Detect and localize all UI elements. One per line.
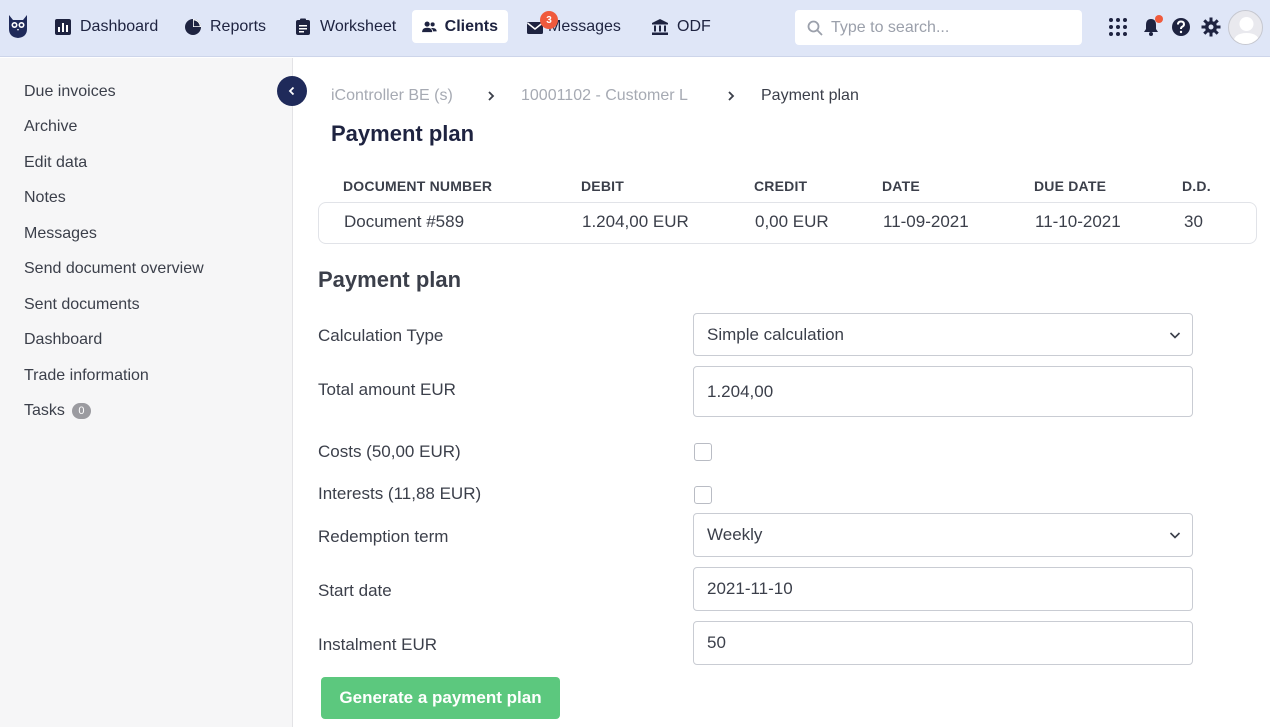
nav-label: Messages (548, 17, 621, 35)
instalment-input[interactable]: 50 (693, 621, 1193, 665)
users-icon (422, 21, 437, 32)
sidebar-item-edit-data[interactable]: Edit data (24, 154, 87, 172)
apps-grid-icon[interactable] (1108, 17, 1128, 37)
collapse-sidebar-button[interactable] (277, 76, 307, 106)
nav-worksheet[interactable]: Worksheet (284, 10, 406, 43)
user-avatar[interactable] (1228, 10, 1263, 45)
costs-checkbox[interactable] (694, 443, 712, 461)
instalment-value: 50 (707, 633, 726, 652)
form-section-title: Payment plan (318, 267, 462, 292)
nav-dashboard[interactable]: Dashboard (44, 10, 168, 43)
pie-chart-icon (185, 18, 201, 35)
sidebar-item-label: Trade information (24, 367, 149, 384)
sidebar-item-label: Edit data (24, 154, 88, 171)
nav-clients[interactable]: Clients (412, 10, 508, 43)
clipboard-icon (296, 18, 310, 35)
calculation-type-select[interactable]: Simple calculation (693, 313, 1193, 356)
sidebar-item-send-document-overview[interactable]: Send document overview (24, 260, 204, 278)
total-amount-value: 1.204,00 (707, 381, 774, 401)
sidebar-item-archive[interactable]: Archive (24, 118, 77, 136)
costs-label: Costs (50,00 EUR) (318, 442, 461, 461)
chevron-left-icon (288, 86, 295, 96)
search-icon (807, 20, 823, 36)
sidebar-item-dashboard[interactable]: Dashboard (24, 331, 102, 349)
redemption-term-value: Weekly (707, 525, 763, 544)
breadcrumb-customer[interactable]: 10001102 - Customer L (521, 87, 688, 105)
column-header-dd: D.D. (1182, 178, 1211, 194)
nav-label: Reports (210, 17, 267, 35)
cell-credit: 0,00 EUR (755, 212, 829, 231)
tasks-count-badge: 0 (71, 403, 91, 419)
top-navigation-bar: Dashboard Reports Worksheet Clients 3 Me… (0, 0, 1270, 57)
nav-label: Dashboard (80, 17, 159, 35)
sidebar-item-sent-documents[interactable]: Sent documents (24, 296, 140, 314)
nav-reports[interactable]: Reports (174, 10, 276, 43)
sidebar-item-trade-information[interactable]: Trade information (24, 367, 149, 385)
interests-checkbox[interactable] (694, 486, 712, 504)
sidebar-item-label: Notes (24, 189, 66, 206)
total-amount-input[interactable]: 1.204,00 (693, 366, 1193, 417)
bank-icon (652, 18, 668, 35)
sidebar-item-label: Tasks (24, 402, 65, 419)
search-box[interactable] (795, 10, 1082, 45)
sidebar-item-label: Sent documents (24, 296, 140, 313)
owl-logo-icon[interactable] (7, 13, 29, 39)
sidebar-item-label: Dashboard (24, 331, 103, 348)
chevron-right-icon (728, 91, 735, 101)
cell-document-number: Document #589 (344, 212, 465, 231)
nav-label: ODF (677, 17, 711, 35)
nav-label: Clients (444, 17, 498, 35)
cell-date: 11-09-2021 (883, 212, 969, 231)
user-silhouette-icon (1233, 17, 1260, 44)
redemption-term-select[interactable]: Weekly (693, 513, 1193, 557)
interests-label: Interests (11,88 EUR) (318, 484, 482, 503)
column-header-due-date: DUE DATE (1034, 178, 1107, 194)
chevron-right-icon (488, 91, 495, 101)
page-title: Payment plan (331, 121, 475, 146)
nav-odf[interactable]: ODF (641, 10, 721, 43)
column-header-debit: DEBIT (581, 178, 624, 194)
calculation-type-value: Simple calculation (707, 324, 845, 344)
sidebar-item-notes[interactable]: Notes (24, 189, 66, 207)
generate-payment-plan-button[interactable]: Generate a payment plan (321, 677, 560, 719)
chevron-down-icon (1169, 532, 1181, 539)
search-input[interactable] (831, 18, 1071, 37)
breadcrumb-current: Payment plan (761, 87, 859, 104)
start-date-input[interactable]: 2021-11-10 (693, 567, 1193, 611)
notification-dot (1155, 15, 1163, 23)
column-header-document-number: DOCUMENT NUMBER (343, 178, 493, 194)
instalment-label: Instalment EUR (318, 635, 438, 654)
chevron-down-icon (1169, 331, 1181, 339)
cell-dd: 30 (1184, 212, 1203, 231)
redemption-term-label: Redemption term (318, 527, 449, 546)
breadcrumb-company[interactable]: iController BE (s) (331, 87, 453, 105)
bar-chart-icon (55, 18, 71, 35)
sidebar-item-label: Messages (24, 225, 97, 242)
column-header-date: DATE (882, 178, 920, 194)
nav-messages[interactable]: 3 Messages (516, 10, 631, 43)
sidebar-item-label: Archive (24, 118, 78, 135)
start-date-label: Start date (318, 581, 392, 600)
total-amount-label: Total amount EUR (318, 380, 456, 399)
help-icon[interactable] (1171, 17, 1191, 37)
calculation-type-label: Calculation Type (318, 326, 444, 345)
messages-count-badge: 3 (540, 11, 558, 29)
sidebar-item-messages[interactable]: Messages (24, 225, 97, 243)
sidebar-item-label: Send document overview (24, 260, 204, 277)
cell-due-date: 11-10-2021 (1035, 212, 1121, 231)
column-header-credit: CREDIT (754, 178, 808, 194)
start-date-value: 2021-11-10 (707, 579, 793, 598)
nav-label: Worksheet (320, 17, 397, 35)
sidebar-item-due-invoices[interactable]: Due invoices (24, 83, 116, 101)
cell-debit: 1.204,00 EUR (582, 212, 689, 231)
gear-icon[interactable] (1201, 17, 1221, 37)
sidebar-item-tasks[interactable]: Tasks 0 (24, 402, 91, 420)
sidebar-item-label: Due invoices (24, 83, 116, 100)
